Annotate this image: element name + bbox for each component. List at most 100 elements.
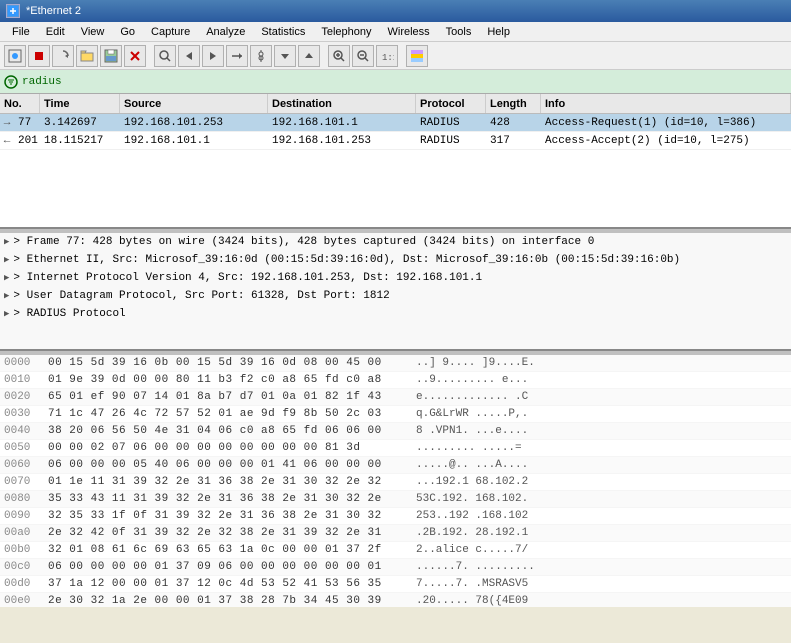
hex-ascii: .20..... 78({4E09 (416, 595, 528, 607)
hex-bytes: 2e 30 32 1a 2e 00 00 01 37 38 28 7b 34 4… (48, 595, 408, 607)
hex-row: 0050 00 00 02 07 06 00 00 00 00 00 00 00 … (0, 440, 791, 457)
packet-info: Access-Accept(2) (id=10, l=275) (541, 135, 791, 147)
hex-row: 00d0 37 1a 12 00 00 01 37 12 0c 4d 53 52 … (0, 576, 791, 593)
detail-row-ethernet[interactable]: ▶ > Ethernet II, Src: Microsof_39:16:0d … (0, 251, 791, 269)
hex-bytes: 38 20 06 56 50 4e 31 04 06 c0 a8 65 fd 0… (48, 425, 408, 437)
col-header-length: Length (486, 94, 541, 113)
hex-row: 00b032 01 08 61 6c 69 63 65 63 1a 0c 00 … (0, 542, 791, 559)
filter-bar: radius (0, 70, 791, 94)
hex-row: 0060 06 00 00 00 05 40 06 00 00 00 01 41 … (0, 457, 791, 474)
detail-row-frame[interactable]: ▶ > Frame 77: 428 bytes on wire (3424 bi… (0, 233, 791, 251)
close-button[interactable] (124, 45, 146, 67)
hex-offset: 0010 (4, 374, 40, 386)
expand-icon-frame: ▶ (4, 237, 9, 247)
stop-button[interactable] (28, 45, 50, 67)
hex-row: 000000 15 5d 39 16 0b 00 15 5d 39 16 0d … (0, 355, 791, 372)
hex-ascii: ......7. ......... (416, 561, 535, 573)
menu-statistics[interactable]: Statistics (253, 25, 313, 39)
packet-proto: RADIUS (416, 135, 486, 147)
menu-analyze[interactable]: Analyze (198, 25, 253, 39)
packet-row[interactable]: ← 201 18.115217 192.168.101.1 192.168.10… (0, 132, 791, 150)
detail-text-udp: > User Datagram Protocol, Src Port: 6132… (13, 290, 389, 302)
hex-ascii: 53C.192. 168.102. (416, 493, 528, 505)
hex-ascii: .2B.192. 28.192.1 (416, 527, 528, 539)
hex-offset: 0050 (4, 442, 40, 454)
hex-ascii: 7.....7. .MSRASV5 (416, 578, 528, 590)
detail-text-frame: > Frame 77: 428 bytes on wire (3424 bits… (13, 236, 594, 248)
menu-file[interactable]: File (4, 25, 38, 39)
packet-dst: 192.168.101.253 (268, 135, 416, 147)
expand-icon-radius: ▶ (4, 309, 9, 319)
search-button[interactable] (154, 45, 176, 67)
open-button[interactable] (76, 45, 98, 67)
menu-edit[interactable]: Edit (38, 25, 73, 39)
col-header-time: Time (40, 94, 120, 113)
forward-button[interactable] (202, 45, 224, 67)
hex-bytes: 00 00 02 07 06 00 00 00 00 00 00 00 00 8… (48, 442, 408, 454)
hex-dump: 000000 15 5d 39 16 0b 00 15 5d 39 16 0d … (0, 355, 791, 607)
svg-text:1:1: 1:1 (382, 53, 394, 63)
hex-offset: 00c0 (4, 561, 40, 573)
new-capture-button[interactable] (4, 45, 26, 67)
detail-text-radius: > RADIUS Protocol (13, 308, 125, 320)
hex-row: 001001 9e 39 0d 00 00 80 11 b3 f2 c0 a8 … (0, 372, 791, 389)
packet-proto: RADIUS (416, 117, 486, 129)
detail-row-radius[interactable]: ▶ > RADIUS Protocol (0, 305, 791, 323)
col-header-protocol: Protocol (416, 94, 486, 113)
menu-bar: File Edit View Go Capture Analyze Statis… (0, 22, 791, 42)
expand-icon-ip: ▶ (4, 273, 9, 283)
down-arrow-button[interactable] (274, 45, 296, 67)
goto-button[interactable] (226, 45, 248, 67)
menu-view[interactable]: View (73, 25, 113, 39)
menu-wireless[interactable]: Wireless (380, 25, 438, 39)
hex-offset: 00d0 (4, 578, 40, 590)
toolbar: 1:1 (0, 42, 791, 70)
menu-go[interactable]: Go (112, 25, 143, 39)
hex-offset: 00b0 (4, 544, 40, 556)
hex-bytes: 35 33 43 11 31 39 32 2e 31 36 38 2e 31 3… (48, 493, 408, 505)
hex-ascii: ..9......... e... (416, 374, 528, 386)
hex-bytes: 37 1a 12 00 00 01 37 12 0c 4d 53 52 41 5… (48, 578, 408, 590)
hex-row: 008035 33 43 11 31 39 32 2e 31 36 38 2e … (0, 491, 791, 508)
packet-row[interactable]: → 77 3.142697 192.168.101.253 192.168.10… (0, 114, 791, 132)
col-header-destination: Destination (268, 94, 416, 113)
hex-offset: 00e0 (4, 595, 40, 607)
zoom-100-button[interactable]: 1:1 (376, 45, 398, 67)
packet-src: 192.168.101.1 (120, 135, 268, 147)
save-button[interactable] (100, 45, 122, 67)
packet-arrow: ← (0, 135, 14, 147)
detail-row-ip[interactable]: ▶ > Internet Protocol Version 4, Src: 19… (0, 269, 791, 287)
detail-text-ethernet: > Ethernet II, Src: Microsof_39:16:0d (0… (13, 254, 680, 266)
restart-button[interactable] (52, 45, 74, 67)
hex-offset: 0020 (4, 391, 40, 403)
hex-row: 0070 01 1e 11 31 39 32 2e 31 36 38 2e 31 … (0, 474, 791, 491)
hex-bytes: 06 00 00 00 05 40 06 00 00 00 01 41 06 0… (48, 459, 408, 471)
packet-len: 428 (486, 117, 541, 129)
hex-bytes: 32 35 33 1f 0f 31 39 32 2e 31 36 38 2e 3… (48, 510, 408, 522)
filter-input[interactable]: radius (22, 76, 787, 88)
back-button[interactable] (178, 45, 200, 67)
packet-len: 317 (486, 135, 541, 147)
hex-offset: 0030 (4, 408, 40, 420)
packet-info: Access-Request(1) (id=10, l=386) (541, 117, 791, 129)
menu-tools[interactable]: Tools (438, 25, 480, 39)
hex-offset: 0070 (4, 476, 40, 488)
col-header-no: No. (0, 94, 40, 113)
packet-time: 3.142697 (40, 117, 120, 129)
detail-row-udp[interactable]: ▶ > User Datagram Protocol, Src Port: 61… (0, 287, 791, 305)
packet-time: 18.115217 (40, 135, 120, 147)
hex-bytes: 01 1e 11 31 39 32 2e 31 36 38 2e 31 30 3… (48, 476, 408, 488)
menu-telephony[interactable]: Telephony (313, 25, 379, 39)
zoom-out-button[interactable] (352, 45, 374, 67)
packet-arrow: → (0, 117, 14, 129)
up-arrow-button[interactable] (298, 45, 320, 67)
title-bar: *Ethernet 2 (0, 0, 791, 22)
zoom-in-button[interactable] (328, 45, 350, 67)
menu-capture[interactable]: Capture (143, 25, 198, 39)
colorize-button[interactable] (406, 45, 428, 67)
window-title: *Ethernet 2 (26, 5, 81, 17)
hex-offset: 0040 (4, 425, 40, 437)
capture-options-button[interactable] (250, 45, 272, 67)
hex-offset: 0060 (4, 459, 40, 471)
menu-help[interactable]: Help (479, 25, 518, 39)
